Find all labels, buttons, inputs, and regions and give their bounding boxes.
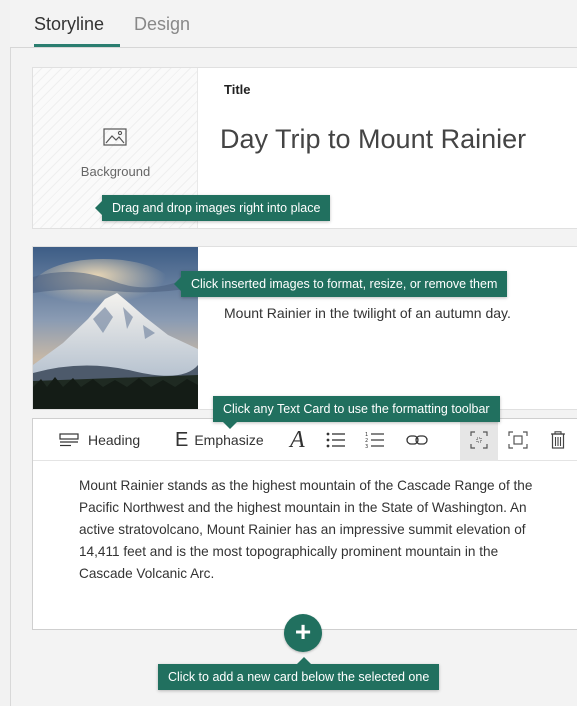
fit-width-icon [470, 431, 488, 449]
frame-button[interactable] [508, 419, 528, 461]
tab-storyline[interactable]: Storyline [34, 14, 104, 35]
link-icon [406, 434, 428, 446]
tooltip-inserted-images: Click inserted images to format, resize,… [173, 271, 508, 297]
numbered-list-icon: 1 2 3 [365, 431, 385, 449]
text-card-body[interactable]: Mount Rainier stands as the highest moun… [79, 475, 549, 585]
bullet-list-icon [326, 432, 346, 448]
add-card-button[interactable]: + [284, 614, 322, 652]
emphasize-icon: E [175, 428, 189, 451]
text-card[interactable]: Heading E Emphasize A 1 2 3 Mount Rainie… [32, 418, 577, 630]
emphasize-button[interactable]: E Emphasize [175, 419, 264, 461]
active-tab-indicator [34, 44, 120, 47]
fit-width-button[interactable] [460, 419, 498, 461]
title-field-label: Title [224, 82, 251, 97]
frame-icon [508, 431, 528, 449]
mount-rainier-photo[interactable] [33, 247, 198, 409]
delete-button[interactable] [550, 419, 566, 461]
image-caption[interactable]: Mount Rainier in the twilight of an autu… [224, 303, 524, 323]
background-label: Background [80, 164, 151, 179]
heading-label: Heading [88, 432, 141, 448]
link-button[interactable] [406, 419, 428, 461]
heading-icon [59, 433, 79, 447]
bullet-list-button[interactable] [326, 419, 346, 461]
svg-text:3: 3 [365, 444, 368, 449]
tab-design[interactable]: Design [134, 14, 190, 35]
accent-icon: A [290, 426, 305, 453]
accent-button[interactable]: A [290, 419, 305, 461]
trash-icon [550, 431, 566, 449]
tooltip-add-card: Click to add a new card below the select… [158, 657, 440, 690]
tab-bar: Storyline Design [10, 0, 577, 48]
picture-icon [103, 128, 127, 146]
emphasize-label: Emphasize [194, 432, 264, 448]
tooltip-text-card: Click any Text Card to use the formattin… [213, 396, 500, 429]
formatting-toolbar: Heading E Emphasize A 1 2 3 [33, 419, 577, 461]
heading-button[interactable]: Heading [59, 419, 140, 461]
story-title[interactable]: Day Trip to Mount Rainier [220, 124, 526, 155]
numbered-list-button[interactable]: 1 2 3 [365, 419, 385, 461]
tooltip-drag-drop: Drag and drop images right into place [94, 195, 331, 221]
